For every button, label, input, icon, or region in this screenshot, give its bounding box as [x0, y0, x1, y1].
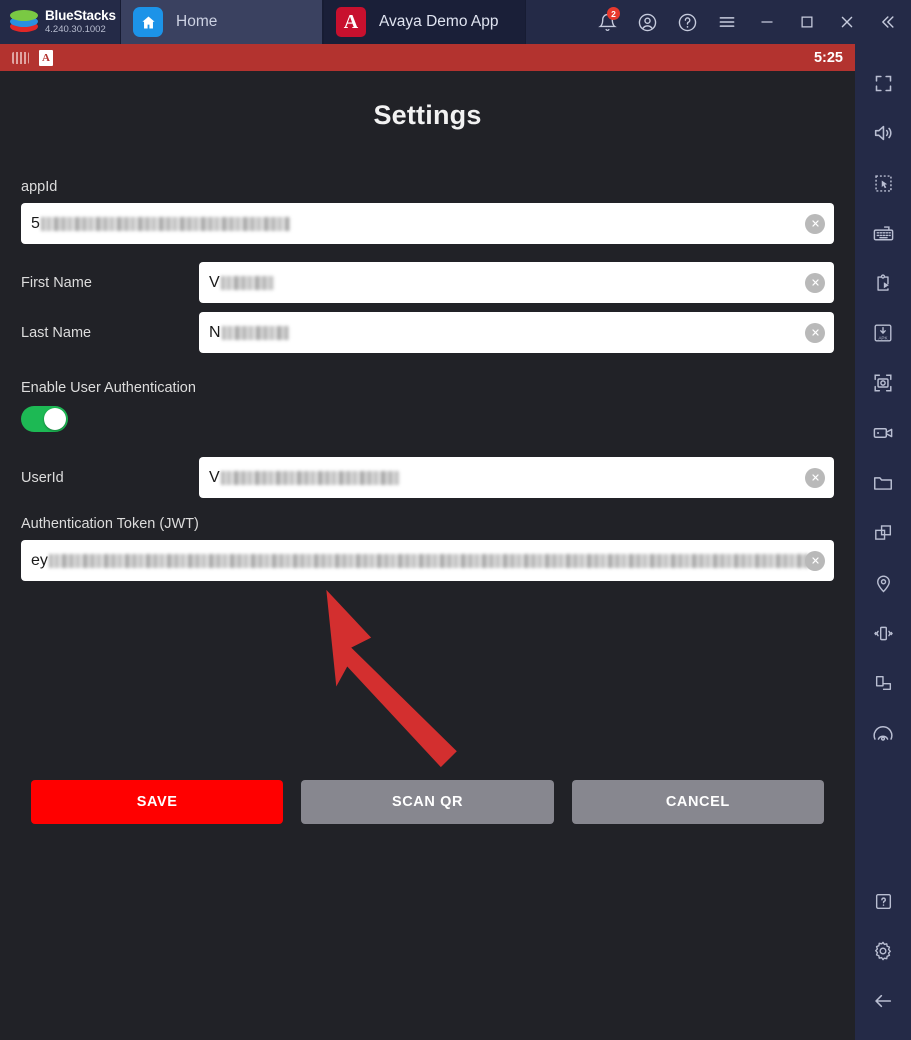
- first-name-redacted: [220, 275, 274, 290]
- tab-home[interactable]: Home: [120, 0, 323, 44]
- notification-badge: 2: [607, 7, 620, 20]
- save-button[interactable]: SAVE: [31, 780, 284, 824]
- field-enable-user-auth: Enable User Authentication: [21, 380, 834, 432]
- action-button-row: SAVE SCAN QR CANCEL: [21, 780, 834, 824]
- tab-avaya-demo-app-label: Avaya Demo App: [379, 13, 499, 30]
- back-arrow-icon[interactable]: [858, 976, 908, 1026]
- app-id-label: appId: [21, 179, 58, 195]
- enable-user-auth-label: Enable User Authentication: [21, 380, 196, 396]
- help-box-icon[interactable]: [858, 876, 908, 926]
- collapse-sidebar-icon[interactable]: [867, 0, 907, 44]
- avaya-app-icon: A: [39, 49, 53, 66]
- fullscreen-icon[interactable]: [858, 58, 908, 108]
- clear-circle-icon[interactable]: [805, 467, 825, 488]
- field-first-name: First Name V: [21, 262, 834, 303]
- auth-token-redacted: [48, 553, 809, 568]
- keyboard-icon: [12, 51, 29, 64]
- install-apk-icon[interactable]: APK: [858, 308, 908, 358]
- auth-token-value: ey: [31, 551, 48, 569]
- status-bar-clock: 5:25: [813, 49, 843, 66]
- keyboard-controls-icon[interactable]: [858, 208, 908, 258]
- android-screen: A 5:25 Settings appId 5 First Name V Las…: [0, 44, 855, 1040]
- brand-version: 4.240.30.1002: [45, 23, 106, 35]
- window-controls: 2: [587, 0, 911, 44]
- bluestacks-brand: BlueStacks 4.240.30.1002: [0, 0, 120, 44]
- record-video-icon[interactable]: [858, 408, 908, 458]
- app-id-value: 5: [31, 214, 40, 232]
- media-folder-icon[interactable]: [858, 458, 908, 508]
- home-icon: [133, 7, 163, 37]
- volume-icon[interactable]: [858, 108, 908, 158]
- auth-token-input[interactable]: ey: [21, 540, 834, 581]
- enable-user-auth-toggle[interactable]: [21, 406, 68, 432]
- last-name-label: Last Name: [21, 324, 92, 341]
- last-name-value: N: [209, 323, 221, 341]
- field-user-id: UserId V: [21, 457, 834, 498]
- app-id-input[interactable]: 5: [21, 203, 834, 244]
- bluestacks-logo-icon: [10, 9, 38, 35]
- close-icon[interactable]: [827, 0, 867, 44]
- title-bar: BlueStacks 4.240.30.1002 Home A Avaya De…: [0, 0, 911, 44]
- android-status-bar: A 5:25: [0, 44, 855, 71]
- first-name-input[interactable]: V: [199, 262, 834, 303]
- account-icon[interactable]: [627, 0, 667, 44]
- user-id-value: V: [209, 468, 220, 486]
- app-id-redacted: [40, 216, 290, 231]
- window-body: A 5:25 Settings appId 5 First Name V Las…: [0, 44, 911, 1040]
- gamepad-icon[interactable]: [858, 708, 908, 758]
- scan-qr-button[interactable]: SCAN QR: [301, 780, 554, 824]
- page-title: Settings: [373, 100, 482, 130]
- macro-script-icon[interactable]: [858, 258, 908, 308]
- avaya-a-icon: A: [336, 7, 366, 37]
- minimize-icon[interactable]: [747, 0, 787, 44]
- clear-circle-icon[interactable]: [805, 322, 825, 343]
- field-app-id: appId 5: [21, 179, 834, 244]
- location-pin-icon[interactable]: [858, 558, 908, 608]
- first-name-label: First Name: [21, 274, 92, 291]
- user-id-redacted: [220, 470, 399, 485]
- user-id-label: UserId: [21, 469, 64, 486]
- screenshot-icon[interactable]: [858, 358, 908, 408]
- multi-instance-icon[interactable]: [858, 508, 908, 558]
- auth-token-label: Authentication Token (JWT): [21, 516, 199, 532]
- help-circle-icon[interactable]: [667, 0, 707, 44]
- field-last-name: Last Name N: [21, 312, 834, 353]
- user-id-input[interactable]: V: [199, 457, 834, 498]
- last-name-redacted: [221, 325, 289, 340]
- maximize-icon[interactable]: [787, 0, 827, 44]
- toggle-knob: [44, 408, 66, 430]
- field-auth-token: Authentication Token (JWT) ey: [21, 516, 834, 581]
- shake-device-icon[interactable]: [858, 608, 908, 658]
- notifications-bell-icon[interactable]: 2: [587, 0, 627, 44]
- last-name-input[interactable]: N: [199, 312, 834, 353]
- bluestacks-window: BlueStacks 4.240.30.1002 Home A Avaya De…: [0, 0, 911, 1040]
- tab-home-label: Home: [176, 13, 218, 30]
- first-name-value: V: [209, 273, 220, 291]
- rotate-screen-icon[interactable]: [858, 658, 908, 708]
- cancel-button[interactable]: CANCEL: [571, 780, 824, 824]
- clear-circle-icon[interactable]: [805, 272, 825, 293]
- bluestacks-toolbar: APK: [855, 44, 911, 1040]
- cursor-select-icon[interactable]: [858, 158, 908, 208]
- clear-circle-icon[interactable]: [805, 550, 825, 571]
- svg-text:APK: APK: [878, 335, 888, 340]
- hamburger-menu-icon[interactable]: [707, 0, 747, 44]
- tab-avaya-demo-app[interactable]: A Avaya Demo App: [323, 0, 526, 44]
- clear-circle-icon[interactable]: [805, 213, 825, 234]
- settings-screen: Settings appId 5 First Name V Last Name …: [0, 71, 855, 1040]
- settings-gear-icon[interactable]: [858, 926, 908, 976]
- brand-name: BlueStacks: [45, 8, 116, 24]
